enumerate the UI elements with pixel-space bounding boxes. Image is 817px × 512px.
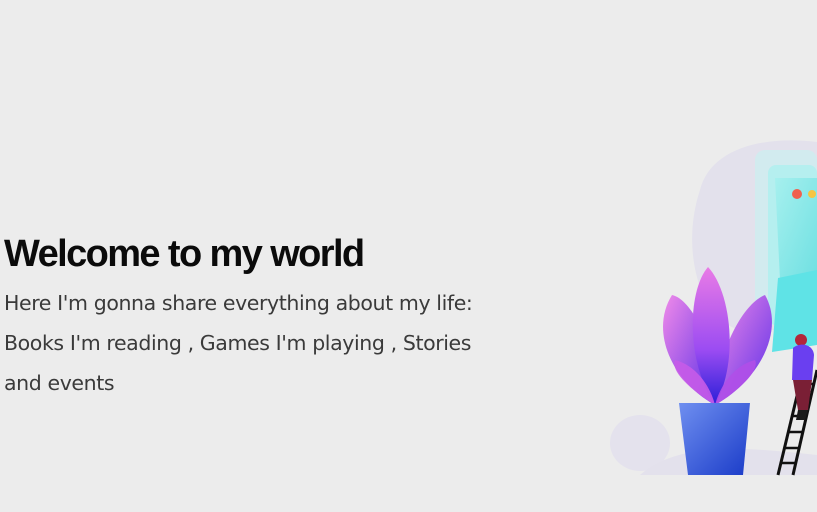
plant-monitor-ladder-icon xyxy=(610,140,817,476)
hero-description: Here I'm gonna share everything about my… xyxy=(4,291,473,395)
hero-section: Welcome to my world Here I'm gonna share… xyxy=(4,231,504,403)
hero-illustration xyxy=(600,130,817,490)
hero-title: Welcome to my world xyxy=(4,233,365,275)
